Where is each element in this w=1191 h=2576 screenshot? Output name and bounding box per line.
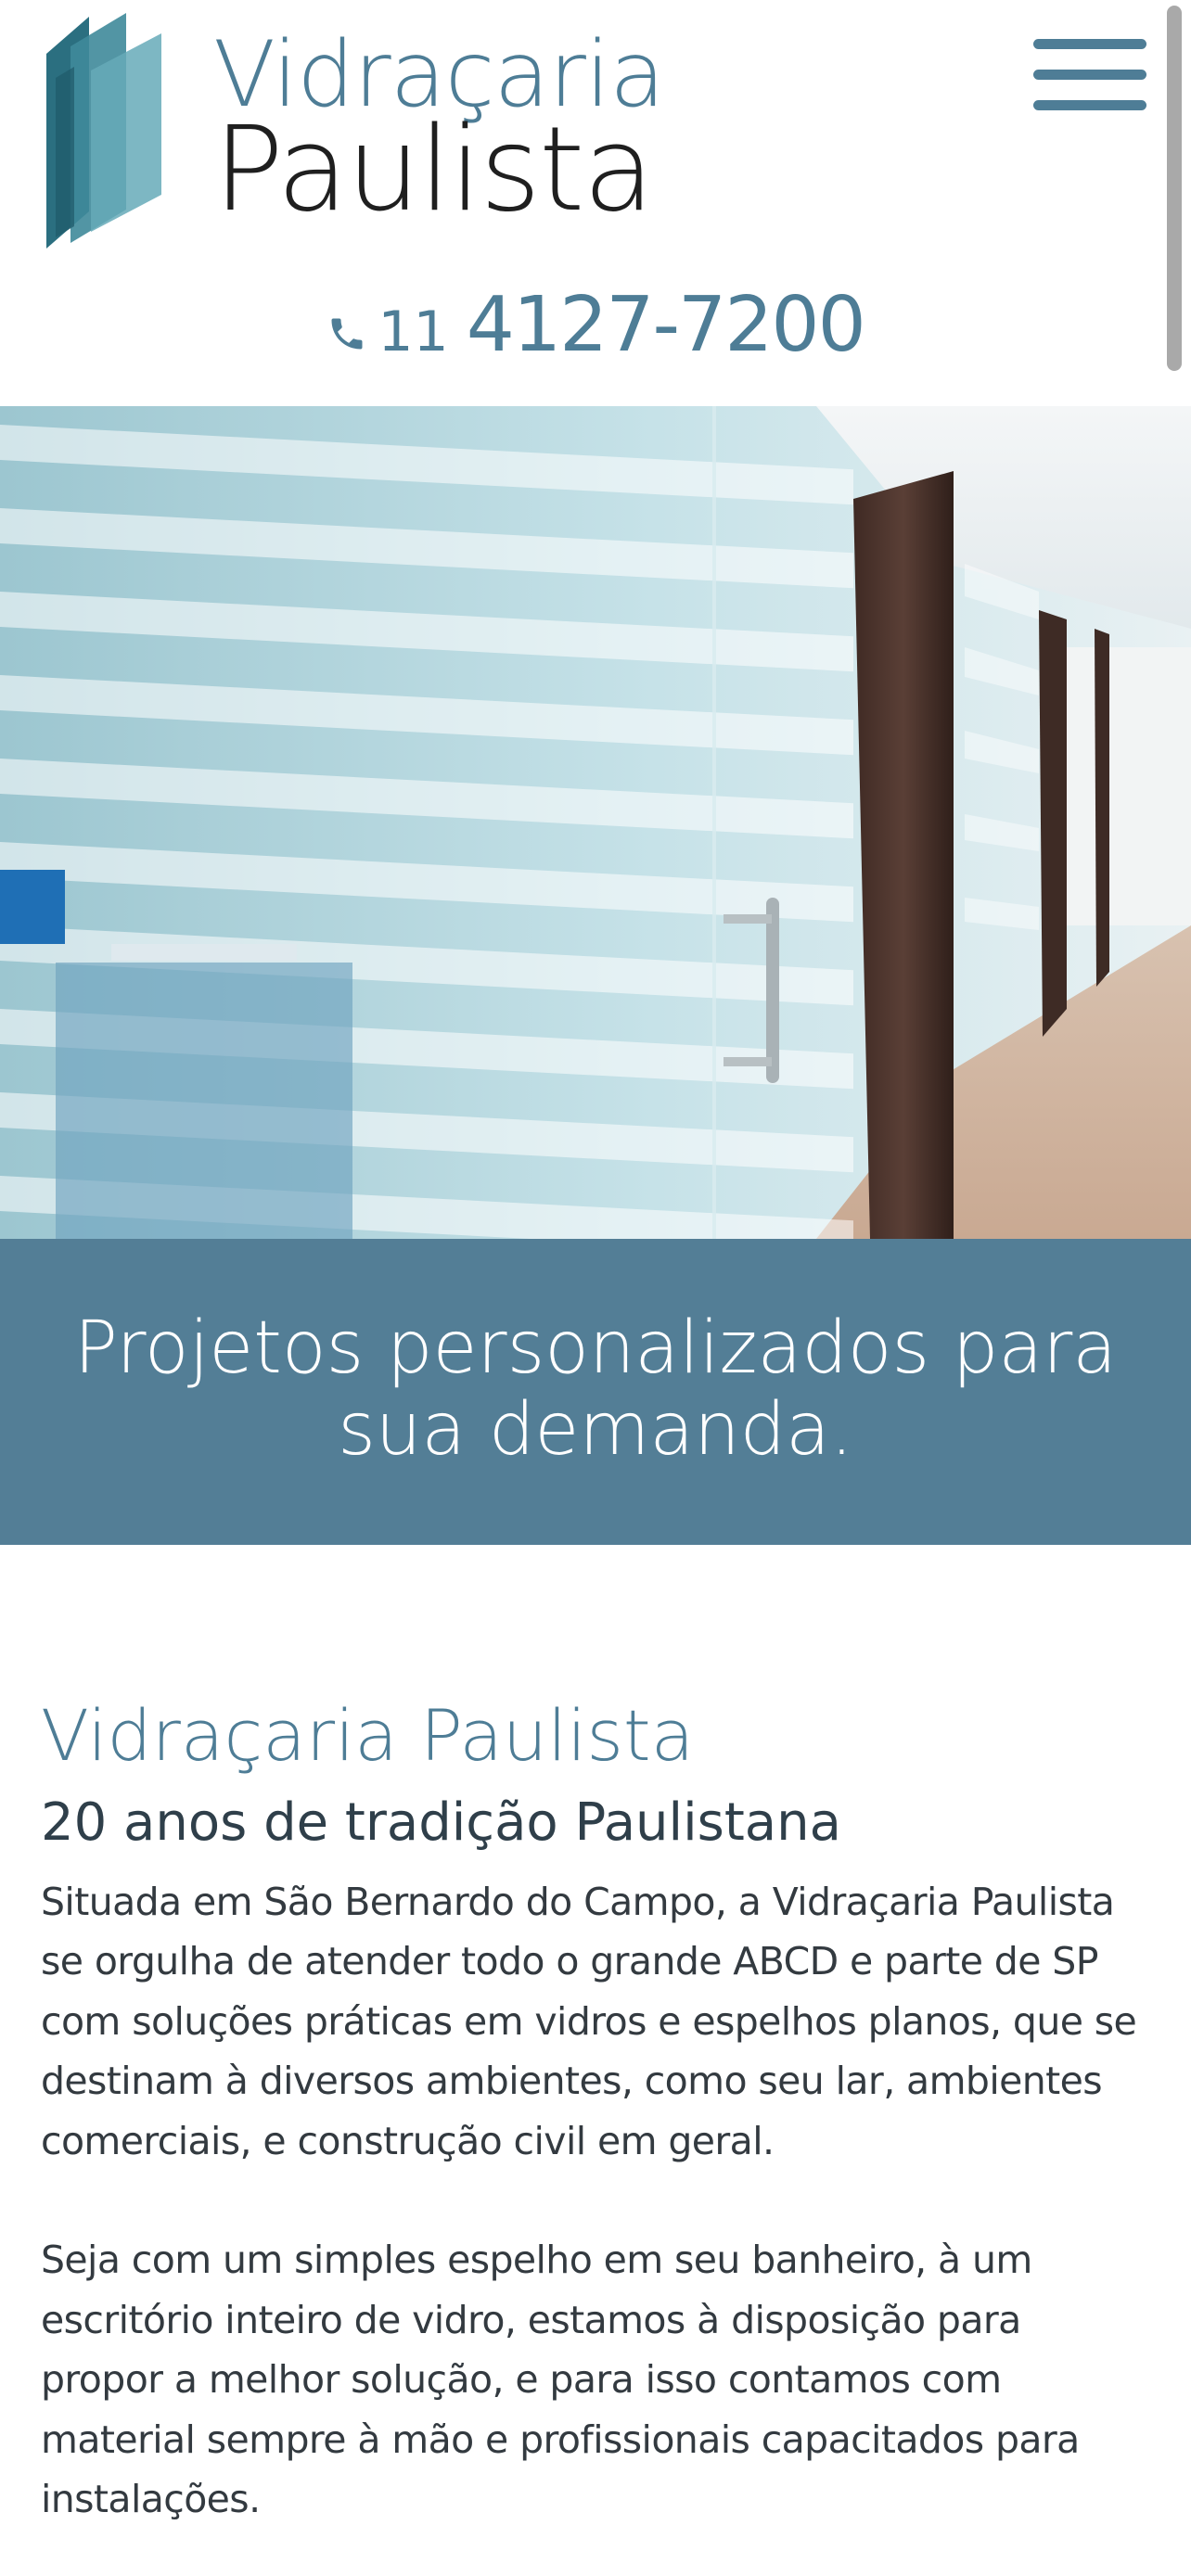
site-header: Vidraçaria Paulista 11 4127-7200 [0, 0, 1191, 406]
about-paragraph-1: Situada em São Bernardo do Campo, a Vidr… [41, 1879, 1137, 2163]
logo-text-paulista: Paulista [213, 101, 655, 237]
phone-number: 4127-7200 [466, 281, 866, 369]
phone-link[interactable]: 11 4127-7200 [0, 287, 1191, 363]
phone-icon [331, 318, 363, 350]
about-paragraph-2: Seja com um simples espelho em seu banhe… [41, 2238, 1080, 2522]
hamburger-menu-icon[interactable] [1033, 39, 1146, 111]
section-title: Vidraçaria Paulista [41, 1694, 695, 1777]
hero-illustration [0, 406, 1191, 1239]
tagline-text: Projetos personalizados para sua demanda… [73, 1307, 1118, 1472]
about-section: Vidraçaria Paulista 20 anos de tradição … [0, 1545, 1191, 2530]
hero-office-glass-partitions-image [0, 406, 1191, 1239]
section-subtitle: 20 anos de tradição Paulistana [41, 1792, 841, 1853]
phone-area-code: 11 [378, 300, 449, 364]
site-logo[interactable]: Vidraçaria Paulista [37, 13, 668, 250]
tagline-banner: Projetos personalizados para sua demanda… [0, 1239, 1191, 1545]
glass-panes-logo-icon [46, 13, 161, 249]
